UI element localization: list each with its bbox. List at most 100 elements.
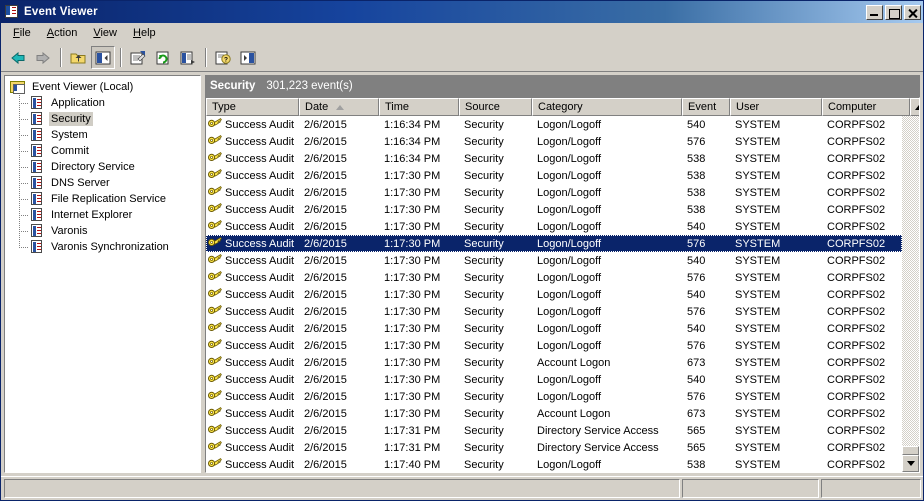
cell-user: SYSTEM xyxy=(730,252,822,269)
properties-icon[interactable] xyxy=(126,46,150,69)
table-row[interactable]: Success Audit 2/6/2015 1:16:34 PM Security L… xyxy=(206,150,902,167)
cell-time: 1:17:30 PM xyxy=(379,320,459,337)
sidebar-item-commit[interactable]: Commit xyxy=(7,143,200,159)
cell-date: 2/6/2015 xyxy=(299,286,379,303)
column-header-source[interactable]: Source xyxy=(459,98,532,116)
column-header-user[interactable]: User xyxy=(730,98,822,116)
sidebar-item-varonis[interactable]: Varonis xyxy=(7,223,200,239)
table-row[interactable]: Success Audit 2/6/2015 1:16:34 PM Security L… xyxy=(206,116,902,133)
cell-text: SYSTEM xyxy=(735,203,781,216)
show-action-pane-icon[interactable] xyxy=(236,46,260,69)
log-icon xyxy=(29,175,45,191)
maximize-button[interactable] xyxy=(885,4,902,20)
cell-text: Security xyxy=(464,339,504,352)
table-row[interactable]: Success Audit 2/6/2015 1:17:30 PM Security A… xyxy=(206,405,902,422)
cell-source: Security xyxy=(459,456,532,472)
table-row[interactable]: Success Audit 2/6/2015 1:17:30 PM Security L… xyxy=(206,167,902,184)
cell-text: CORPFS02 xyxy=(827,305,886,318)
table-row[interactable]: Success Audit 2/6/2015 1:17:30 PM Security L… xyxy=(206,184,902,201)
sidebar-item-label: DNS Server xyxy=(51,177,110,189)
scroll-up-button[interactable] xyxy=(910,98,919,116)
table-row[interactable]: Success Audit 2/6/2015 1:17:30 PM Security L… xyxy=(206,235,902,252)
column-header-time[interactable]: Time xyxy=(379,98,459,116)
event-listview[interactable]: Type Date Time Source Category Event User Compu… xyxy=(205,97,920,473)
cell-computer: CORPFS02 xyxy=(822,286,902,303)
sidebar-item-label: Security xyxy=(49,112,93,126)
cell-event: 576 xyxy=(682,303,730,320)
menu-help[interactable]: Help xyxy=(125,25,164,42)
refresh-icon[interactable] xyxy=(151,46,175,69)
console-tree-pane[interactable]: Event Viewer (Local) Application Security… xyxy=(4,75,201,473)
menu-action[interactable]: Action xyxy=(39,25,86,42)
sidebar-item-directory-service[interactable]: Directory Service xyxy=(7,159,200,175)
cell-text: 1:17:31 PM xyxy=(384,424,441,437)
cell-text: Security xyxy=(464,220,504,233)
show-hide-tree-icon[interactable] xyxy=(91,46,115,69)
cell-date: 2/6/2015 xyxy=(299,388,379,405)
tree-connector xyxy=(10,143,29,159)
table-row[interactable]: Success Audit 2/6/2015 1:17:30 PM Security L… xyxy=(206,371,902,388)
scrollbar-track[interactable] xyxy=(902,116,919,472)
cell-date: 2/6/2015 xyxy=(299,422,379,439)
table-row[interactable]: Success Audit 2/6/2015 1:17:30 PM Security L… xyxy=(206,303,902,320)
svg-text:?: ? xyxy=(224,56,228,63)
cell-source: Security xyxy=(459,116,532,133)
table-row[interactable]: Success Audit 2/6/2015 1:17:30 PM Security L… xyxy=(206,388,902,405)
cell-text: 2/6/2015 xyxy=(304,186,347,199)
scrollbar-thumb[interactable] xyxy=(902,446,919,455)
forward-icon[interactable] xyxy=(31,46,55,69)
column-header-label: Source xyxy=(465,101,500,113)
cell-text: 538 xyxy=(687,203,706,216)
cell-text: Success Audit xyxy=(225,305,295,318)
table-row[interactable]: Success Audit 2/6/2015 1:17:30 PM Security L… xyxy=(206,320,902,337)
back-icon[interactable] xyxy=(6,46,30,69)
column-header-category[interactable]: Category xyxy=(532,98,682,116)
menu-view[interactable]: View xyxy=(85,25,125,42)
table-row[interactable]: Success Audit 2/6/2015 1:17:30 PM Security L… xyxy=(206,269,902,286)
sidebar-item-file-replication-service[interactable]: File Replication Service xyxy=(7,191,200,207)
column-header-date[interactable]: Date xyxy=(299,98,379,116)
cell-time: 1:17:30 PM xyxy=(379,371,459,388)
sidebar-item-application[interactable]: Application xyxy=(7,95,200,111)
vertical-scrollbar[interactable] xyxy=(902,116,919,472)
tree-root-event-viewer[interactable]: Event Viewer (Local) xyxy=(7,79,200,95)
table-row[interactable]: Success Audit 2/6/2015 1:17:40 PM Security L… xyxy=(206,456,902,472)
table-row[interactable]: Success Audit 2/6/2015 1:17:31 PM Security D… xyxy=(206,422,902,439)
sidebar-item-internet-explorer[interactable]: Internet Explorer xyxy=(7,207,200,223)
cell-text: 1:16:34 PM xyxy=(384,118,441,131)
cell-text: SYSTEM xyxy=(735,441,781,454)
sidebar-item-security[interactable]: Security xyxy=(7,111,200,127)
minimize-button[interactable] xyxy=(866,4,883,20)
close-button[interactable] xyxy=(904,4,921,20)
up-one-level-icon[interactable] xyxy=(66,46,90,69)
menu-file[interactable]: FFileile xyxy=(5,25,39,42)
cell-text: 1:16:34 PM xyxy=(384,135,441,148)
sidebar-item-system[interactable]: System xyxy=(7,127,200,143)
cell-text: CORPFS02 xyxy=(827,254,886,267)
table-row[interactable]: Success Audit 2/6/2015 1:17:30 PM Security L… xyxy=(206,218,902,235)
cell-text: CORPFS02 xyxy=(827,339,886,352)
column-header-computer[interactable]: Computer xyxy=(822,98,910,116)
sidebar-item-varonis-synchronization[interactable]: Varonis Synchronization xyxy=(7,239,200,255)
table-row[interactable]: Success Audit 2/6/2015 1:17:30 PM Security L… xyxy=(206,252,902,269)
success-audit-key-icon xyxy=(208,423,224,439)
export-list-icon[interactable] xyxy=(176,46,200,69)
table-row[interactable]: Success Audit 2/6/2015 1:16:34 PM Security L… xyxy=(206,133,902,150)
cell-type: Success Audit xyxy=(206,150,299,167)
table-row[interactable]: Success Audit 2/6/2015 1:17:30 PM Security L… xyxy=(206,286,902,303)
table-row[interactable]: Success Audit 2/6/2015 1:17:30 PM Security L… xyxy=(206,201,902,218)
table-row[interactable]: Success Audit 2/6/2015 1:17:30 PM Security L… xyxy=(206,337,902,354)
table-row[interactable]: Success Audit 2/6/2015 1:17:30 PM Security A… xyxy=(206,354,902,371)
table-row[interactable]: Success Audit 2/6/2015 1:17:31 PM Security D… xyxy=(206,439,902,456)
cell-category: Logon/Logoff xyxy=(532,286,682,303)
help-icon[interactable]: ? xyxy=(211,46,235,69)
scroll-down-button[interactable] xyxy=(902,455,919,472)
window-controls xyxy=(866,4,921,20)
cell-text: 576 xyxy=(687,135,706,148)
cell-user: SYSTEM xyxy=(730,286,822,303)
column-header-type[interactable]: Type xyxy=(206,98,299,116)
cell-type: Success Audit xyxy=(206,303,299,320)
sidebar-item-dns-server[interactable]: DNS Server xyxy=(7,175,200,191)
column-header-event[interactable]: Event xyxy=(682,98,730,116)
cell-text: SYSTEM xyxy=(735,322,781,335)
